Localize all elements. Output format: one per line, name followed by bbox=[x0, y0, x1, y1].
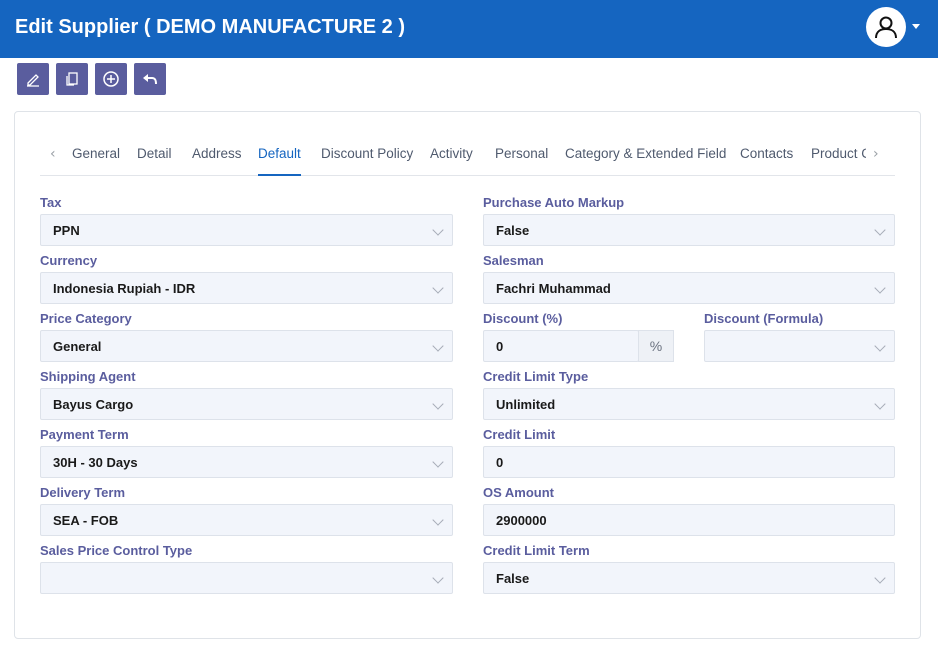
price-category-select[interactable]: General bbox=[40, 330, 453, 362]
credit-limit-value: 0 bbox=[496, 454, 504, 470]
credit-limit-type-select[interactable]: Unlimited bbox=[483, 388, 895, 420]
chevron-down-icon bbox=[432, 340, 444, 352]
credit-limit-term-label: Credit Limit Term bbox=[483, 543, 590, 558]
tab-strip: General Detail Address Default Discount … bbox=[60, 132, 866, 176]
chevron-down-icon bbox=[432, 572, 444, 584]
delivery-term-value: SEA - FOB bbox=[53, 512, 119, 528]
salesman-value: Fachri Muhammad bbox=[496, 280, 611, 296]
chevron-down-icon bbox=[874, 572, 886, 584]
discount-pct-label: Discount (%) bbox=[483, 311, 563, 326]
price-category-value: General bbox=[53, 338, 102, 354]
credit-limit-type-value: Unlimited bbox=[496, 396, 556, 412]
os-amount-input[interactable]: 2900000 bbox=[483, 504, 895, 536]
tax-select[interactable]: PPN bbox=[40, 214, 453, 246]
edit-icon bbox=[27, 74, 39, 87]
credit-limit-input[interactable]: 0 bbox=[483, 446, 895, 478]
shipping-agent-select[interactable]: Bayus Cargo bbox=[40, 388, 453, 420]
discount-formula-label: Discount (Formula) bbox=[704, 311, 824, 326]
app-header: Edit Supplier ( DEMO MANUFACTURE 2 ) bbox=[0, 0, 938, 58]
discount-formula-select[interactable] bbox=[704, 330, 895, 362]
action-toolbar bbox=[17, 63, 166, 95]
os-amount-value: 2900000 bbox=[496, 512, 547, 528]
discount-pct-input[interactable]: 0 bbox=[483, 330, 639, 362]
tab-default[interactable]: Default bbox=[258, 146, 301, 161]
chevron-down-icon bbox=[432, 224, 444, 236]
add-icon bbox=[103, 71, 119, 87]
copy-icon bbox=[66, 72, 78, 86]
price-category-label: Price Category bbox=[40, 311, 132, 326]
chevron-down-icon bbox=[432, 456, 444, 468]
tab-address[interactable]: Address bbox=[192, 146, 242, 161]
tab-activity[interactable]: Activity bbox=[430, 146, 473, 161]
credit-limit-label: Credit Limit bbox=[483, 427, 556, 442]
payment-term-value: 30H - 30 Days bbox=[53, 454, 138, 470]
payment-term-select[interactable]: 30H - 30 Days bbox=[40, 446, 453, 478]
page-title: Edit Supplier ( DEMO MANUFACTURE 2 ) bbox=[15, 16, 405, 38]
tab-product-c[interactable]: Product C bbox=[811, 146, 866, 161]
tab-contacts[interactable]: Contacts bbox=[740, 146, 793, 161]
tab-discount-policy[interactable]: Discount Policy bbox=[321, 146, 413, 161]
salesman-select[interactable]: Fachri Muhammad bbox=[483, 272, 895, 304]
tab-category-extended-field[interactable]: Category & Extended Field bbox=[565, 146, 726, 161]
shipping-agent-value: Bayus Cargo bbox=[53, 396, 134, 412]
purchase-auto-markup-label: Purchase Auto Markup bbox=[483, 195, 625, 210]
tax-value: PPN bbox=[53, 222, 80, 238]
purchase-auto-markup-select[interactable]: False bbox=[483, 214, 895, 246]
tab-personal[interactable]: Personal bbox=[495, 146, 548, 161]
shipping-agent-label: Shipping Agent bbox=[40, 369, 136, 384]
percent-suffix: % bbox=[638, 330, 674, 362]
tab-general[interactable]: General bbox=[72, 146, 120, 161]
currency-select[interactable]: Indonesia Rupiah - IDR bbox=[40, 272, 453, 304]
chevron-down-icon bbox=[432, 514, 444, 526]
user-menu-caret-icon[interactable] bbox=[912, 24, 920, 29]
credit-limit-term-value: False bbox=[496, 570, 530, 586]
delivery-term-label: Delivery Term bbox=[40, 485, 126, 500]
add-button[interactable] bbox=[95, 63, 127, 95]
tab-detail[interactable]: Detail bbox=[137, 146, 172, 161]
sales-price-control-type-select[interactable] bbox=[40, 562, 453, 594]
sales-price-control-type-label: Sales Price Control Type bbox=[40, 543, 193, 558]
chevron-down-icon bbox=[432, 398, 444, 410]
credit-limit-term-select[interactable]: False bbox=[483, 562, 895, 594]
purchase-auto-markup-value: False bbox=[496, 222, 530, 238]
copy-button[interactable] bbox=[56, 63, 88, 95]
currency-value: Indonesia Rupiah - IDR bbox=[53, 280, 196, 296]
user-icon bbox=[875, 16, 897, 39]
tax-label: Tax bbox=[40, 195, 62, 210]
edit-button[interactable] bbox=[17, 63, 49, 95]
chevron-down-icon bbox=[874, 224, 886, 236]
back-icon bbox=[143, 74, 157, 85]
discount-pct-value: 0 bbox=[496, 338, 504, 354]
tab-scroll-left-icon[interactable]: ‹ bbox=[50, 146, 56, 162]
chevron-down-icon bbox=[874, 398, 886, 410]
delivery-term-select[interactable]: SEA - FOB bbox=[40, 504, 453, 536]
salesman-label: Salesman bbox=[483, 253, 544, 268]
user-avatar[interactable] bbox=[866, 7, 906, 47]
form-card bbox=[14, 111, 921, 639]
chevron-down-icon bbox=[874, 340, 886, 352]
credit-limit-type-label: Credit Limit Type bbox=[483, 369, 589, 384]
currency-label: Currency bbox=[40, 253, 98, 268]
chevron-down-icon bbox=[432, 282, 444, 294]
active-tab-indicator bbox=[258, 174, 301, 176]
tab-scroll-right-icon[interactable]: › bbox=[873, 146, 879, 162]
os-amount-label: OS Amount bbox=[483, 485, 555, 500]
chevron-down-icon bbox=[874, 282, 886, 294]
back-button[interactable] bbox=[134, 63, 166, 95]
payment-term-label: Payment Term bbox=[40, 427, 129, 442]
